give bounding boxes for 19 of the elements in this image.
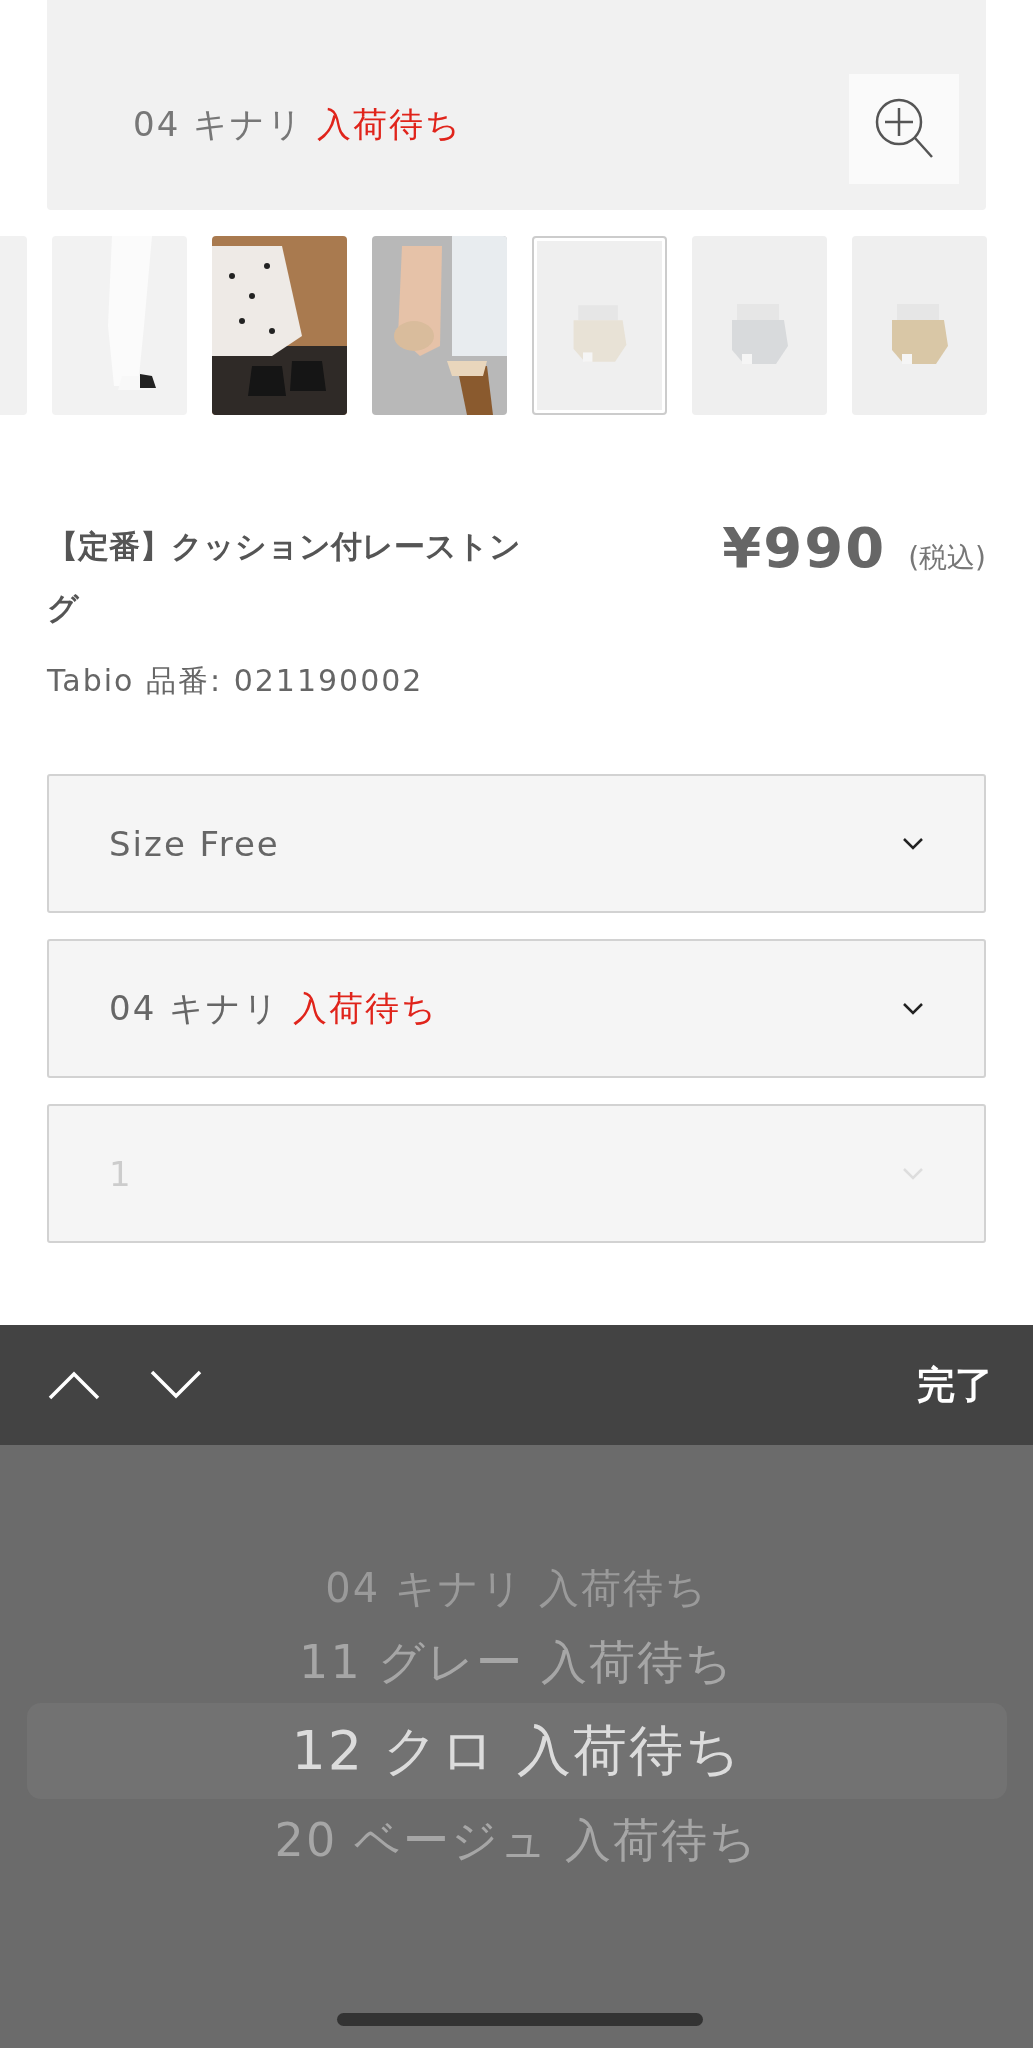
price: ¥990 xyxy=(722,515,887,580)
picker-option[interactable]: 11 グレー 入荷待ち xyxy=(26,1629,1007,1695)
picker-option[interactable]: 20 ベージュ 入荷待ち xyxy=(26,1807,1007,1873)
product-code: Tabio 品番: 021190002 xyxy=(47,662,425,700)
next-button[interactable] xyxy=(150,1370,202,1400)
image-caption: 04 キナリ 入荷待ち xyxy=(133,103,462,146)
product-title: 【定番】クッション付レーストング xyxy=(47,527,522,628)
done-button[interactable]: 完了 xyxy=(917,1359,993,1411)
chevron-down-icon xyxy=(902,836,924,851)
chevron-down-icon xyxy=(902,1001,924,1016)
zoom-button[interactable] xyxy=(849,74,959,184)
picker-option[interactable]: 12 クロ 入荷待ち xyxy=(26,1703,1007,1799)
tax-note: (税込) xyxy=(908,540,986,576)
chevron-up-icon xyxy=(48,1370,100,1400)
previous-button[interactable] xyxy=(48,1370,100,1400)
chevron-down-icon xyxy=(150,1370,202,1400)
dropdown[interactable]: Size Free xyxy=(47,774,986,913)
chevron-down-icon xyxy=(902,1166,924,1181)
dropdown[interactable]: 04 キナリ 入荷待ち xyxy=(47,939,986,1078)
